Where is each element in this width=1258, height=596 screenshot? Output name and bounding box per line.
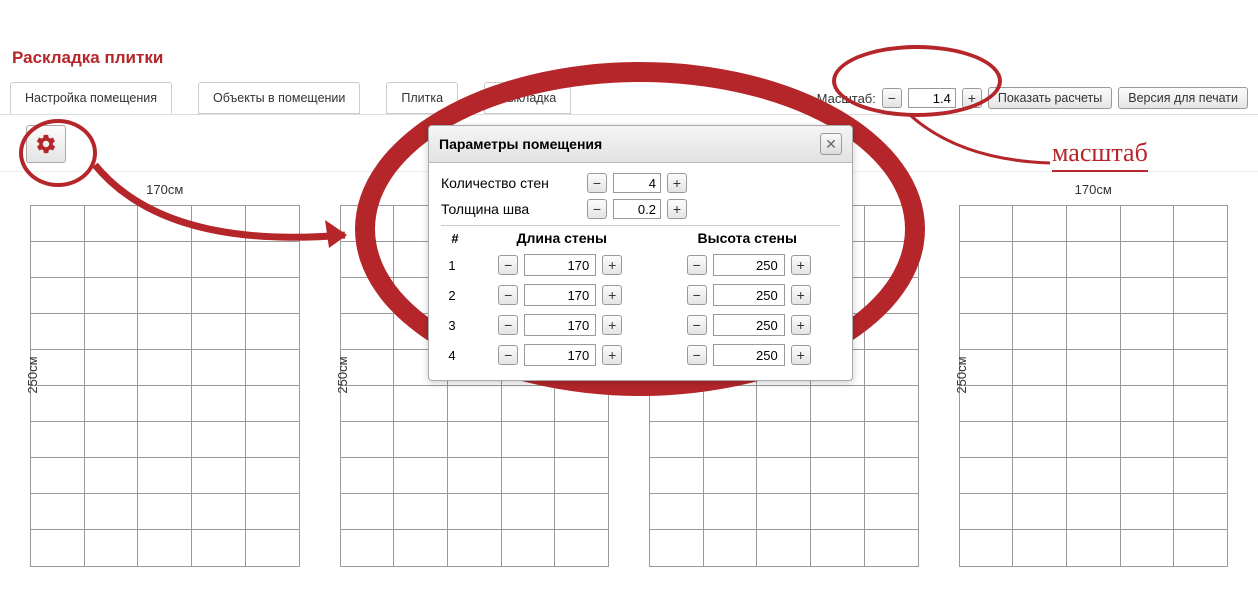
height-minus-button[interactable]: − [687, 345, 707, 365]
seam-label: Толщина шва [441, 201, 581, 217]
dialog-header[interactable]: Параметры помещения ✕ [429, 126, 852, 163]
minus-icon: − [504, 318, 512, 332]
plus-icon: + [608, 288, 616, 302]
wall-width-label: 170см [30, 182, 300, 197]
scale-minus-button[interactable]: − [882, 88, 902, 108]
wall-count-plus-button[interactable]: + [667, 173, 687, 193]
minus-icon: − [593, 176, 601, 190]
tab-objects[interactable]: Объекты в помещении [198, 82, 360, 114]
height-plus-button[interactable]: + [791, 255, 811, 275]
tab-room-setup[interactable]: Настройка помещения [10, 82, 172, 114]
wall-length-input[interactable] [524, 344, 596, 366]
tile-grid[interactable] [959, 205, 1229, 567]
height-minus-button[interactable]: − [687, 255, 707, 275]
wall-length-input[interactable] [524, 254, 596, 276]
wall-height-label: 250см [25, 356, 40, 393]
wall-count-minus-button[interactable]: − [587, 173, 607, 193]
print-version-button[interactable]: Версия для печати [1118, 87, 1248, 109]
length-plus-button[interactable]: + [602, 255, 622, 275]
wall-count-input[interactable] [613, 173, 661, 193]
height-plus-button[interactable]: + [791, 345, 811, 365]
wall-length-input[interactable] [524, 314, 596, 336]
length-minus-button[interactable]: − [498, 285, 518, 305]
wall-panel: 170см 250см [959, 182, 1229, 567]
plus-icon: + [673, 202, 681, 216]
dialog-title: Параметры помещения [439, 136, 820, 152]
wall-height-input[interactable] [713, 284, 785, 306]
seam-input[interactable] [613, 199, 661, 219]
wall-height-label: 250см [335, 356, 350, 393]
length-plus-button[interactable]: + [602, 315, 622, 335]
plus-icon: + [968, 91, 976, 105]
scale-plus-button[interactable]: + [962, 88, 982, 108]
scale-input[interactable] [908, 88, 956, 108]
height-plus-button[interactable]: + [791, 285, 811, 305]
tabs: Настройка помещения Объекты в помещении … [10, 82, 571, 114]
show-calculations-button[interactable]: Показать расчеты [988, 87, 1112, 109]
row-number: 3 [441, 318, 463, 333]
wall-count-label: Количество стен [441, 175, 581, 191]
th-number: # [441, 231, 469, 246]
length-plus-button[interactable]: + [602, 345, 622, 365]
th-length: Длина стены [469, 230, 655, 246]
plus-icon: + [797, 288, 805, 302]
row-number: 4 [441, 348, 463, 363]
height-minus-button[interactable]: − [687, 285, 707, 305]
minus-icon: − [693, 288, 701, 302]
minus-icon: − [504, 258, 512, 272]
minus-icon: − [693, 318, 701, 332]
length-minus-button[interactable]: − [498, 345, 518, 365]
height-plus-button[interactable]: + [791, 315, 811, 335]
tab-layout[interactable]: Выкладка [484, 82, 571, 114]
page-title: Раскладка плитки [0, 0, 1258, 82]
seam-minus-button[interactable]: − [587, 199, 607, 219]
length-plus-button[interactable]: + [602, 285, 622, 305]
wall-width-label: 170см [959, 182, 1229, 197]
plus-icon: + [608, 318, 616, 332]
row-number: 1 [441, 258, 463, 273]
wall-row: 3 − + − + [441, 310, 840, 340]
minus-icon: − [504, 348, 512, 362]
plus-icon: + [608, 348, 616, 362]
seam-plus-button[interactable]: + [667, 199, 687, 219]
tile-grid[interactable] [30, 205, 300, 567]
scale-label: Масштаб: [817, 91, 876, 106]
right-controls: Масштаб: − + Показать расчеты Версия для… [817, 87, 1248, 109]
minus-icon: − [593, 202, 601, 216]
minus-icon: − [693, 258, 701, 272]
wall-height-input[interactable] [713, 254, 785, 276]
plus-icon: + [608, 258, 616, 272]
row-number: 2 [441, 288, 463, 303]
length-minus-button[interactable]: − [498, 255, 518, 275]
dialog-body: Количество стен − + Толщина шва − + # Дл… [429, 163, 852, 380]
plus-icon: + [797, 258, 805, 272]
minus-icon: − [888, 91, 896, 105]
close-button[interactable]: ✕ [820, 133, 842, 155]
minus-icon: − [504, 288, 512, 302]
wall-height-label: 250см [954, 356, 969, 393]
wall-row: 1 − + − + [441, 250, 840, 280]
wall-panel: 170см 250см [30, 182, 300, 567]
plus-icon: + [797, 348, 805, 362]
wall-height-input[interactable] [713, 344, 785, 366]
wall-row: 2 − + − + [441, 280, 840, 310]
height-minus-button[interactable]: − [687, 315, 707, 335]
settings-button[interactable] [26, 125, 66, 163]
wall-length-input[interactable] [524, 284, 596, 306]
length-minus-button[interactable]: − [498, 315, 518, 335]
plus-icon: + [673, 176, 681, 190]
top-bar: Настройка помещения Объекты в помещении … [0, 82, 1258, 114]
wall-row: 4 − + − + [441, 340, 840, 370]
gear-icon [35, 133, 57, 155]
tab-tile[interactable]: Плитка [386, 82, 458, 114]
close-icon: ✕ [825, 136, 837, 153]
th-height: Высота стены [655, 230, 841, 246]
wall-height-input[interactable] [713, 314, 785, 336]
room-params-dialog: Параметры помещения ✕ Количество стен − … [428, 125, 853, 381]
minus-icon: − [693, 348, 701, 362]
plus-icon: + [797, 318, 805, 332]
wall-table: # Длина стены Высота стены 1 − + − + [441, 225, 840, 370]
